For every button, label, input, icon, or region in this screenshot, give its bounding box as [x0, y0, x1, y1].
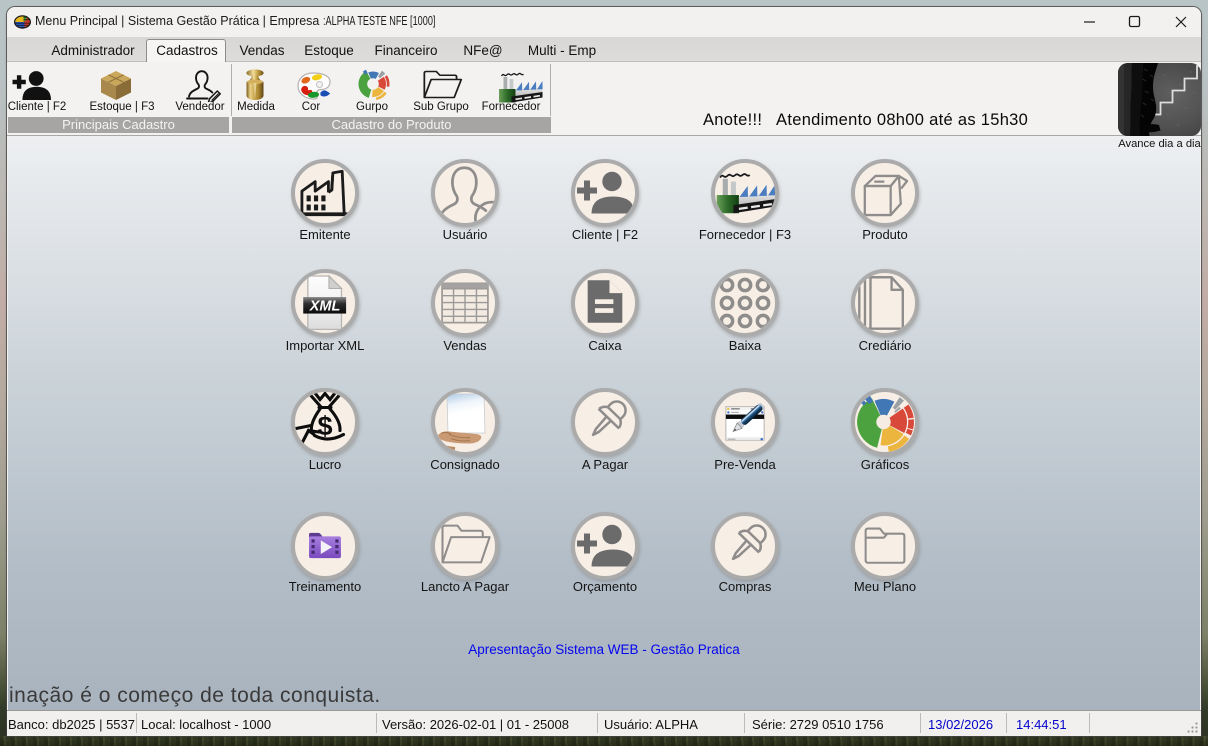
svg-text:$: $: [317, 411, 332, 441]
svg-text:XML: XML: [309, 299, 341, 315]
